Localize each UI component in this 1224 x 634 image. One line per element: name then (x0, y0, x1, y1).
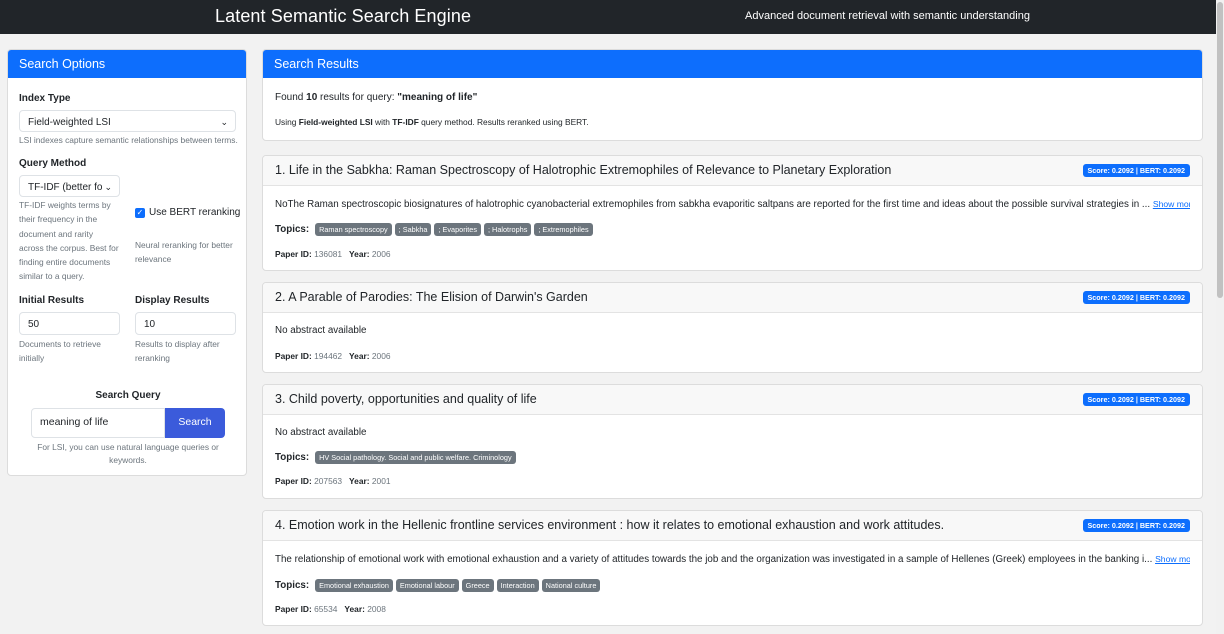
result-card: 2. A Parable of Parodies: The Elision of… (262, 282, 1203, 373)
chevron-down-icon: ⌄ (102, 182, 112, 193)
search-results-panel: Search Results Found 10 results for quer… (262, 49, 1203, 141)
search-results-heading: Search Results (263, 50, 1202, 78)
result-card: 3. Child poverty, opportunities and qual… (262, 384, 1203, 499)
score-badge: Score: 0.2092 | BERT: 0.2092 (1082, 164, 1190, 177)
result-meta: Paper ID: 65534 Year: 2008 (275, 604, 386, 614)
index-type-help: LSI indexes capture semantic relationshi… (19, 135, 238, 145)
result-title[interactable]: 1. Life in the Sabkha: Raman Spectroscop… (275, 163, 891, 177)
search-options-heading: Search Options (8, 50, 246, 78)
topic-tag[interactable]: ; Evaporites (434, 223, 481, 236)
index-type-value: Field-weighted LSI (28, 117, 111, 128)
query-method-help: TF-IDF weights terms by their frequency … (19, 200, 119, 282)
score-badge: Score: 0.2092 | BERT: 0.2092 (1082, 519, 1190, 532)
result-header: 1. Life in the Sabkha: Raman Spectroscop… (263, 156, 1202, 186)
search-query-help: For LSI, you can use natural language qu… (37, 442, 219, 465)
result-title[interactable]: 4. Emotion work in the Hellenic frontlin… (275, 518, 944, 532)
initial-results-input[interactable]: 50 (19, 312, 120, 335)
results-method-note: Using Field-weighted LSI with TF-IDF que… (275, 117, 589, 127)
topic-tag[interactable]: HV Social pathology. Social and public w… (315, 451, 516, 464)
topic-tag[interactable]: ; Sabkha (394, 223, 432, 236)
search-button[interactable]: Search (165, 408, 225, 438)
topic-tag[interactable]: Raman spectroscopy (315, 223, 392, 236)
topic-tag[interactable]: Emotional exhaustion (315, 579, 393, 592)
topic-tag[interactable]: ; Halotrophs (484, 223, 532, 236)
result-abstract: The relationship of emotional work with … (275, 554, 1190, 565)
query-method-value: TF-IDF (better for (28, 182, 106, 193)
score-badge: Score: 0.2092 | BERT: 0.2092 (1082, 291, 1190, 304)
result-abstract: No abstract available (275, 427, 367, 438)
results-summary: Found 10 results for query: "meaning of … (275, 92, 478, 103)
bert-help: Neural reranking for better relevance (135, 240, 233, 265)
result-topics: Topics: HV Social pathology. Social and … (275, 451, 516, 464)
topic-tag[interactable]: National culture (541, 579, 601, 592)
display-results-label: Display Results (135, 295, 210, 306)
result-card: 1. Life in the Sabkha: Raman Spectroscop… (262, 155, 1203, 271)
initial-results-label: Initial Results (19, 295, 85, 306)
app-tagline: Advanced document retrieval with semanti… (745, 10, 1030, 22)
bert-checkbox[interactable]: ✓ (135, 208, 145, 218)
result-topics: Topics: Emotional exhaustion Emotional l… (275, 579, 601, 592)
result-header: 3. Child poverty, opportunities and qual… (263, 385, 1202, 415)
topic-tag[interactable]: Interaction (496, 579, 539, 592)
page-scrollbar[interactable] (1216, 0, 1224, 634)
top-navbar: Latent Semantic Search Engine Advanced d… (0, 0, 1224, 34)
result-title[interactable]: 2. A Parable of Parodies: The Elision of… (275, 290, 588, 304)
chevron-down-icon: ⌄ (220, 117, 228, 127)
result-topics: Topics: Raman spectroscopy ; Sabkha ; Ev… (275, 223, 593, 236)
score-badge: Score: 0.2092 | BERT: 0.2092 (1082, 393, 1190, 406)
app-title[interactable]: Latent Semantic Search Engine (215, 6, 471, 27)
topic-tag[interactable]: ; Extremophiles (534, 223, 593, 236)
result-abstract: NoThe Raman spectroscopic biosignatures … (275, 199, 1190, 210)
query-method-label: Query Method (19, 158, 87, 169)
result-title[interactable]: 3. Child poverty, opportunities and qual… (275, 392, 537, 406)
display-results-input[interactable]: 10 (135, 312, 236, 335)
result-meta: Paper ID: 207563 Year: 2001 (275, 476, 391, 486)
show-more-link[interactable]: Show more (1153, 199, 1190, 209)
index-type-select[interactable]: Field-weighted LSI ⌄ (19, 110, 236, 132)
query-method-select[interactable]: TF-IDF (better for ⌄ (19, 175, 120, 197)
initial-results-help: Documents to retrieve initially (19, 339, 101, 364)
result-header: 4. Emotion work in the Hellenic frontlin… (263, 511, 1202, 541)
show-more-link[interactable]: Show more (1155, 554, 1190, 564)
topic-tag[interactable]: Greece (461, 579, 494, 592)
display-results-help: Results to display after reranking (135, 339, 220, 364)
search-options-panel: Search Options Index Type Field-weighted… (7, 49, 247, 476)
search-query-label: Search Query (95, 390, 161, 401)
topic-tag[interactable]: Emotional labour (395, 579, 459, 592)
result-header: 2. A Parable of Parodies: The Elision of… (263, 283, 1202, 313)
result-meta: Paper ID: 136081 Year: 2006 (275, 249, 391, 259)
index-type-label: Index Type (19, 93, 71, 104)
scrollbar-thumb[interactable] (1217, 2, 1223, 298)
search-input[interactable]: meaning of life (31, 408, 165, 438)
result-abstract: No abstract available (275, 325, 367, 336)
result-meta: Paper ID: 194462 Year: 2006 (275, 351, 391, 361)
bert-checkbox-label[interactable]: Use BERT reranking (149, 207, 240, 218)
result-card: 4. Emotion work in the Hellenic frontlin… (262, 510, 1203, 626)
